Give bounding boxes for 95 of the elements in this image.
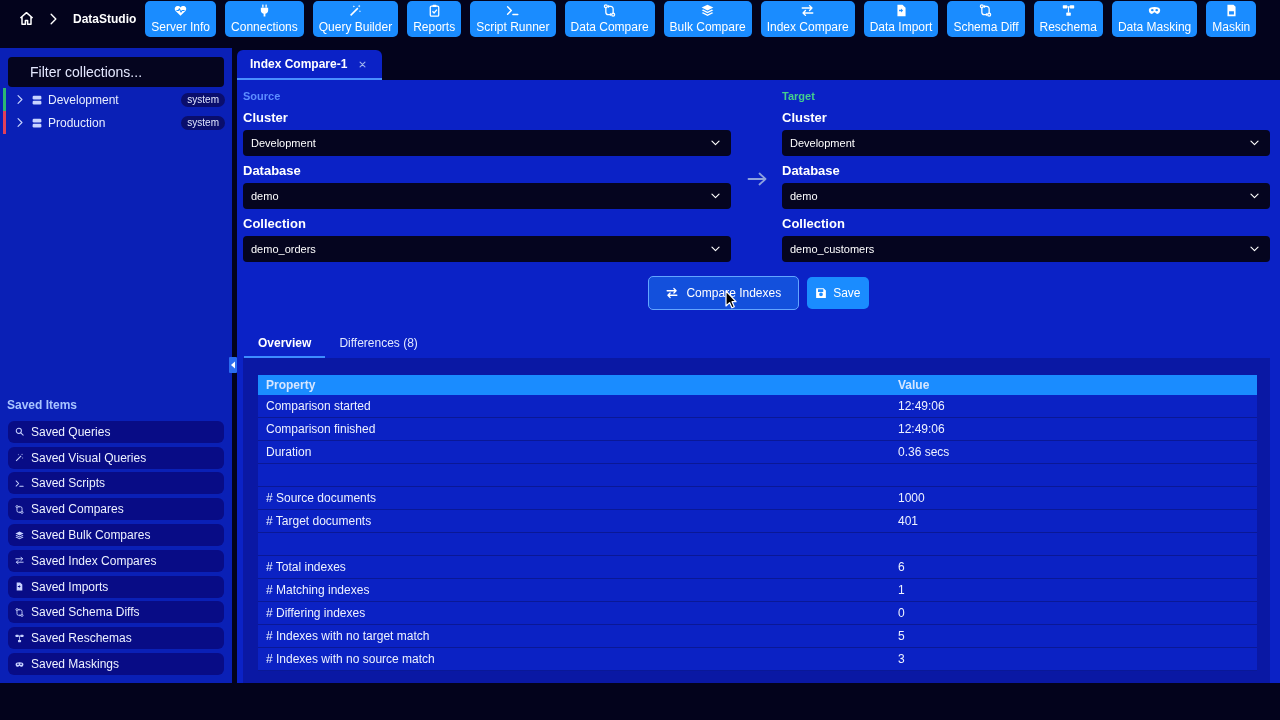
- hierarchy-icon: [15, 633, 24, 643]
- tab[interactable]: Index Compare-1: [237, 50, 383, 80]
- chevron-down-icon: [1250, 246, 1259, 252]
- clipboard-check-icon: [427, 4, 441, 17]
- database-icon: [32, 117, 42, 128]
- saved-item[interactable]: Saved Queries: [8, 420, 224, 443]
- table-cell: # Indexes with no target match: [258, 625, 890, 648]
- tag: system: [181, 115, 225, 130]
- field-label: Cluster: [243, 109, 288, 127]
- compare-arrows-icon: [603, 4, 617, 17]
- table-cell: 12:49:06: [890, 395, 1257, 418]
- table-cell: 3: [890, 648, 1257, 671]
- table-cell: Duration: [258, 441, 890, 464]
- magic-wand-icon: [15, 453, 24, 463]
- select-field[interactable]: demo: [782, 183, 1270, 209]
- saved-item[interactable]: Saved Compares: [8, 498, 224, 521]
- app-title: DataStudio: [73, 12, 137, 26]
- compare-arrows-icon: [15, 504, 24, 514]
- table-cell: 12:49:06: [890, 418, 1257, 441]
- compare-button[interactable]: Compare Indexes: [648, 276, 800, 310]
- table-cell: 1000: [890, 487, 1257, 510]
- tag: system: [181, 92, 225, 107]
- document-icon: [1224, 4, 1238, 17]
- table-cell: # Differing indexes: [258, 602, 890, 625]
- saved-item[interactable]: Saved Schema Diffs: [8, 601, 224, 624]
- terminal-icon: [15, 478, 24, 488]
- save-icon: [815, 287, 828, 299]
- search-icon: [15, 427, 24, 437]
- layers-icon: [15, 530, 24, 540]
- arrow-right-icon: [746, 171, 767, 186]
- table-cell: Comparison started: [258, 395, 890, 418]
- file-arrow-icon: [15, 582, 24, 592]
- table-cell: # Total indexes: [258, 556, 890, 579]
- saved-item[interactable]: Saved Reschemas: [8, 627, 224, 650]
- table-cell: 0: [890, 602, 1257, 625]
- close-icon[interactable]: [359, 60, 367, 68]
- table-cell: 1: [890, 579, 1257, 602]
- field-label: Cluster: [782, 109, 827, 127]
- home-icon[interactable]: [19, 11, 34, 26]
- hierarchy-icon: [1061, 4, 1075, 17]
- chevron-right-icon[interactable]: [17, 118, 23, 127]
- terminal-icon: [506, 4, 520, 17]
- chevron-down-icon: [711, 140, 720, 146]
- chevron-down-icon: [1250, 193, 1259, 199]
- select-field[interactable]: demo: [243, 183, 731, 209]
- database-icon: [32, 94, 42, 105]
- table-cell: # Target documents: [258, 510, 890, 533]
- table-cell: # Source documents: [258, 487, 890, 510]
- field-label: Collection: [243, 215, 306, 233]
- saved-item[interactable]: Saved Maskings: [8, 653, 224, 675]
- table-cell: 401: [890, 510, 1257, 533]
- layers-icon: [701, 4, 715, 17]
- table-cell: 5: [890, 625, 1257, 648]
- select-field[interactable]: demo_orders: [243, 236, 731, 262]
- table-cell: # Indexes with no source match: [258, 648, 890, 671]
- field-label: Database: [782, 162, 840, 180]
- table-cell: Comparison finished: [258, 418, 890, 441]
- chevron-right-icon[interactable]: [17, 95, 23, 104]
- file-arrow-icon: [894, 4, 908, 17]
- table-cell: 6: [890, 556, 1257, 579]
- chevron-down-icon: [1250, 140, 1259, 146]
- section-title: Saved Items: [7, 396, 78, 413]
- tree-item[interactable]: Development system: [3, 88, 229, 111]
- tab[interactable]: Differences (8): [325, 330, 432, 358]
- compare-arrows-icon: [15, 607, 24, 617]
- column-header: Property: [265, 378, 317, 392]
- filter-field[interactable]: Filter collections...: [8, 57, 224, 87]
- mask-icon: [1148, 4, 1162, 17]
- select-field[interactable]: demo_customers: [782, 236, 1270, 262]
- heart-pulse-icon: [174, 4, 188, 17]
- saved-item[interactable]: Saved Index Compares: [8, 549, 224, 572]
- chevron-right-icon: [50, 13, 57, 25]
- select-field[interactable]: Development: [782, 130, 1270, 156]
- saved-item[interactable]: Saved Imports: [8, 575, 224, 598]
- compare-arrows-icon: [979, 4, 993, 17]
- table-cell: 0.36 secs: [890, 441, 1257, 464]
- section-title: Target: [782, 89, 815, 103]
- column-header: Value: [897, 378, 931, 392]
- collapse-icon[interactable]: [229, 357, 237, 373]
- mask-icon: [15, 659, 24, 669]
- saved-item[interactable]: Saved Visual Queries: [8, 446, 224, 469]
- saved-item[interactable]: Saved Scripts: [8, 472, 224, 495]
- saved-item[interactable]: Saved Bulk Compares: [8, 524, 224, 546]
- chevron-down-icon: [711, 246, 720, 252]
- tree-item[interactable]: Production system: [3, 111, 229, 134]
- magic-wand-icon: [348, 4, 362, 17]
- table-cell: # Matching indexes: [258, 579, 890, 602]
- select-field[interactable]: Development: [243, 130, 731, 156]
- chevron-down-icon: [711, 193, 720, 199]
- field-label: Database: [243, 162, 301, 180]
- swap-arrows-icon: [15, 556, 24, 566]
- field-label: Collection: [782, 215, 845, 233]
- swap-arrows-icon: [666, 287, 679, 299]
- swap-arrows-icon: [801, 4, 815, 17]
- section-title: Source: [243, 89, 281, 103]
